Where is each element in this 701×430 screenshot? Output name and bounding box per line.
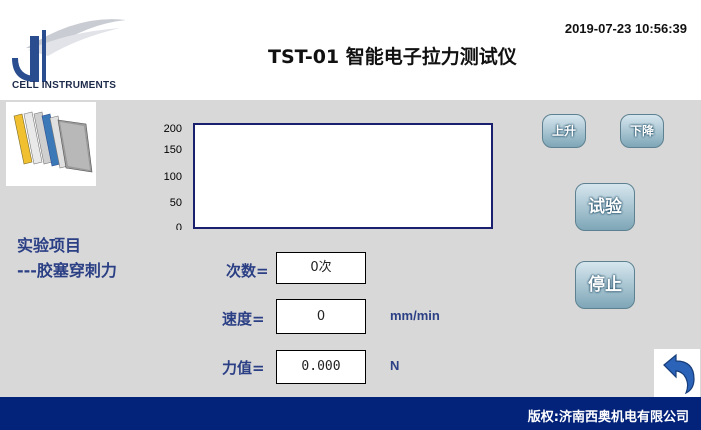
speed-label: 速度= <box>222 310 265 328</box>
main-panel: 200 150 100 50 0 实验项目 ---胶塞穿刺力 次数= 0次 速度… <box>0 100 701 397</box>
y-tick-label: 150 <box>163 144 182 156</box>
y-tick-label: 100 <box>163 171 182 183</box>
books-icon <box>6 102 96 186</box>
y-tick-label: 0 <box>175 222 182 230</box>
logo-text: CELL INSTRUMENTS <box>12 80 117 91</box>
count-label: 次数= <box>226 262 269 280</box>
project-title: 实验项目 <box>17 236 82 255</box>
speed-unit: mm/min <box>390 308 440 323</box>
y-tick-label: 200 <box>163 123 182 135</box>
project-label: 实验项目 ---胶塞穿刺力 <box>17 233 117 283</box>
stop-button[interactable]: 停止 <box>575 261 635 309</box>
up-button[interactable]: 上升 <box>542 114 586 148</box>
force-unit: N <box>390 358 400 373</box>
chart: 200 150 100 50 0 <box>150 120 500 235</box>
count-field: 0次 <box>276 252 366 284</box>
y-tick-label: 50 <box>169 197 182 209</box>
test-button[interactable]: 试验 <box>575 183 635 231</box>
project-name: ---胶塞穿刺力 <box>17 261 117 280</box>
page-title: TST-01 智能电子拉力测试仪 <box>268 46 517 68</box>
plot-area <box>193 123 493 229</box>
speed-field[interactable]: 0 <box>276 299 366 334</box>
down-button[interactable]: 下降 <box>620 114 664 148</box>
force-label: 力值= <box>222 359 265 377</box>
header: CELL INSTRUMENTS 2019-07-23 10:56:39 TST… <box>0 0 701 100</box>
datetime: 2019-07-23 10:56:39 <box>564 21 687 36</box>
copyright: 版权:济南西奥机电有限公司 <box>527 410 689 425</box>
back-arrow-icon[interactable] <box>654 349 700 397</box>
force-field: 0.000 <box>276 350 366 384</box>
footer: 版权:济南西奥机电有限公司 <box>0 397 701 430</box>
